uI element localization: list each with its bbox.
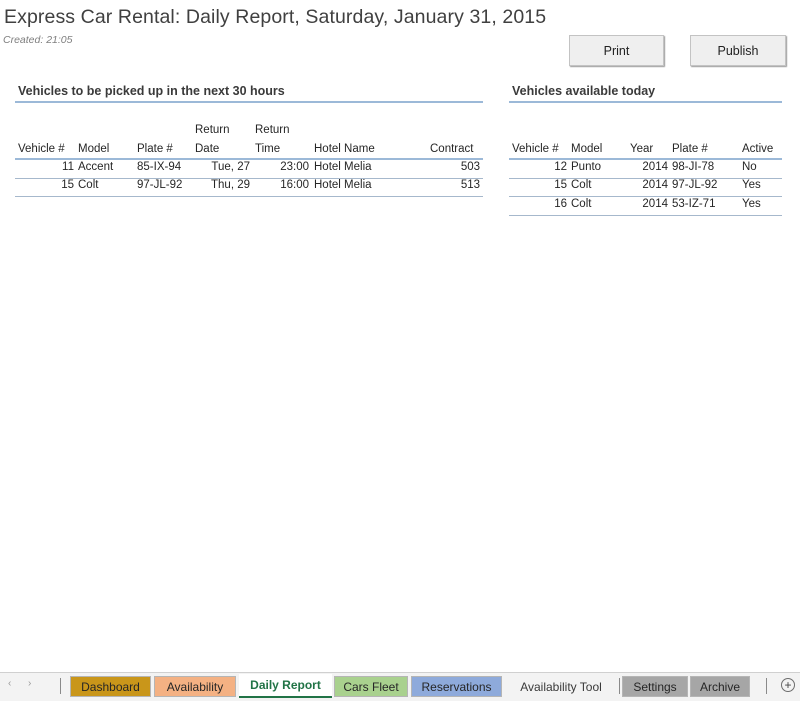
header-vehicle: Vehicle # bbox=[18, 143, 65, 155]
chevron-right-icon[interactable]: › bbox=[28, 678, 31, 689]
publish-button[interactable]: Publish bbox=[690, 35, 786, 66]
tab-reservations[interactable]: Reservations bbox=[411, 676, 502, 697]
header-model: Model bbox=[78, 143, 110, 155]
cell-hotel: Hotel Melia bbox=[314, 179, 372, 191]
cell-contract: 503 bbox=[460, 161, 480, 173]
header-return-date-line2: Date bbox=[195, 143, 220, 155]
cell-plate: 97-JL-92 bbox=[137, 179, 183, 191]
report-title: Express Car Rental: Daily Report, Saturd… bbox=[4, 6, 547, 28]
available-header-underline bbox=[509, 158, 782, 160]
cell-plate: 97-JL-92 bbox=[672, 179, 718, 191]
available-section-title: Vehicles available today bbox=[512, 84, 656, 98]
cell-hotel: Hotel Melia bbox=[314, 161, 372, 173]
tab-dashboard[interactable]: Dashboard bbox=[70, 676, 151, 697]
header-vehicle: Vehicle # bbox=[512, 143, 559, 155]
header-contract: Contract bbox=[430, 143, 474, 155]
header-return-time-line1: Return bbox=[255, 124, 290, 136]
available-section-divider bbox=[509, 101, 782, 103]
cell-model: Accent bbox=[78, 161, 114, 173]
chevron-left-icon[interactable]: ‹ bbox=[8, 678, 11, 689]
print-button[interactable]: Print bbox=[569, 35, 664, 66]
cell-time: 23:00 bbox=[280, 161, 309, 173]
cell-time: 16:00 bbox=[280, 179, 309, 191]
cell-model: Colt bbox=[78, 179, 99, 191]
cell-model: Colt bbox=[571, 198, 592, 210]
cell-vehicle: 15 bbox=[61, 179, 74, 191]
cell-active: No bbox=[742, 161, 757, 173]
tab-separator bbox=[60, 678, 61, 694]
created-time: Created: 21:05 bbox=[3, 34, 73, 46]
tab-settings[interactable]: Settings bbox=[622, 676, 688, 697]
header-plate: Plate # bbox=[672, 143, 708, 155]
cell-plate: 85-IX-94 bbox=[137, 161, 182, 173]
cell-date: Thu, 29 bbox=[211, 179, 250, 191]
tab-availability-tool[interactable]: Availability Tool bbox=[506, 676, 616, 697]
cell-active: Yes bbox=[742, 179, 761, 191]
header-return-date-line1: Return bbox=[195, 124, 230, 136]
cell-year: 2014 bbox=[642, 179, 668, 191]
cell-date: Tue, 27 bbox=[211, 161, 250, 173]
cell-year: 2014 bbox=[642, 161, 668, 173]
tab-availability[interactable]: Availability bbox=[154, 676, 236, 697]
header-return-time-line2: Time bbox=[255, 143, 281, 155]
cell-plate: 98-JI-78 bbox=[672, 161, 715, 173]
cell-model: Punto bbox=[571, 161, 602, 173]
cell-active: Yes bbox=[742, 198, 761, 210]
cell-contract: 513 bbox=[460, 179, 480, 191]
cell-plate: 53-IZ-71 bbox=[672, 198, 716, 210]
row-divider bbox=[509, 196, 782, 197]
header-plate: Plate # bbox=[137, 143, 173, 155]
header-model: Model bbox=[571, 143, 603, 155]
cell-vehicle: 15 bbox=[554, 179, 567, 191]
cell-model: Colt bbox=[571, 179, 592, 191]
tab-archive[interactable]: Archive bbox=[690, 676, 750, 697]
header-hotel: Hotel Name bbox=[314, 143, 375, 155]
tab-daily-report[interactable]: Daily Report bbox=[239, 674, 332, 698]
pickups-header-underline bbox=[15, 158, 483, 160]
plus-circle-icon[interactable]: + bbox=[781, 678, 795, 692]
header-year: Year bbox=[630, 143, 654, 155]
header-active: Active bbox=[742, 143, 774, 155]
tab-separator bbox=[766, 678, 767, 694]
cell-vehicle: 16 bbox=[554, 198, 567, 210]
cell-year: 2014 bbox=[642, 198, 668, 210]
sheet-tab-bar: ‹ › Dashboard Availability Daily Report … bbox=[0, 672, 800, 701]
row-divider bbox=[15, 196, 483, 197]
tab-separator bbox=[619, 678, 620, 694]
pickups-section-divider bbox=[15, 101, 483, 103]
pickups-section-title: Vehicles to be picked up in the next 30 … bbox=[18, 84, 285, 98]
row-divider bbox=[509, 215, 782, 216]
tab-cars-fleet[interactable]: Cars Fleet bbox=[334, 676, 408, 697]
cell-vehicle: 11 bbox=[62, 161, 74, 173]
cell-vehicle: 12 bbox=[554, 161, 567, 173]
